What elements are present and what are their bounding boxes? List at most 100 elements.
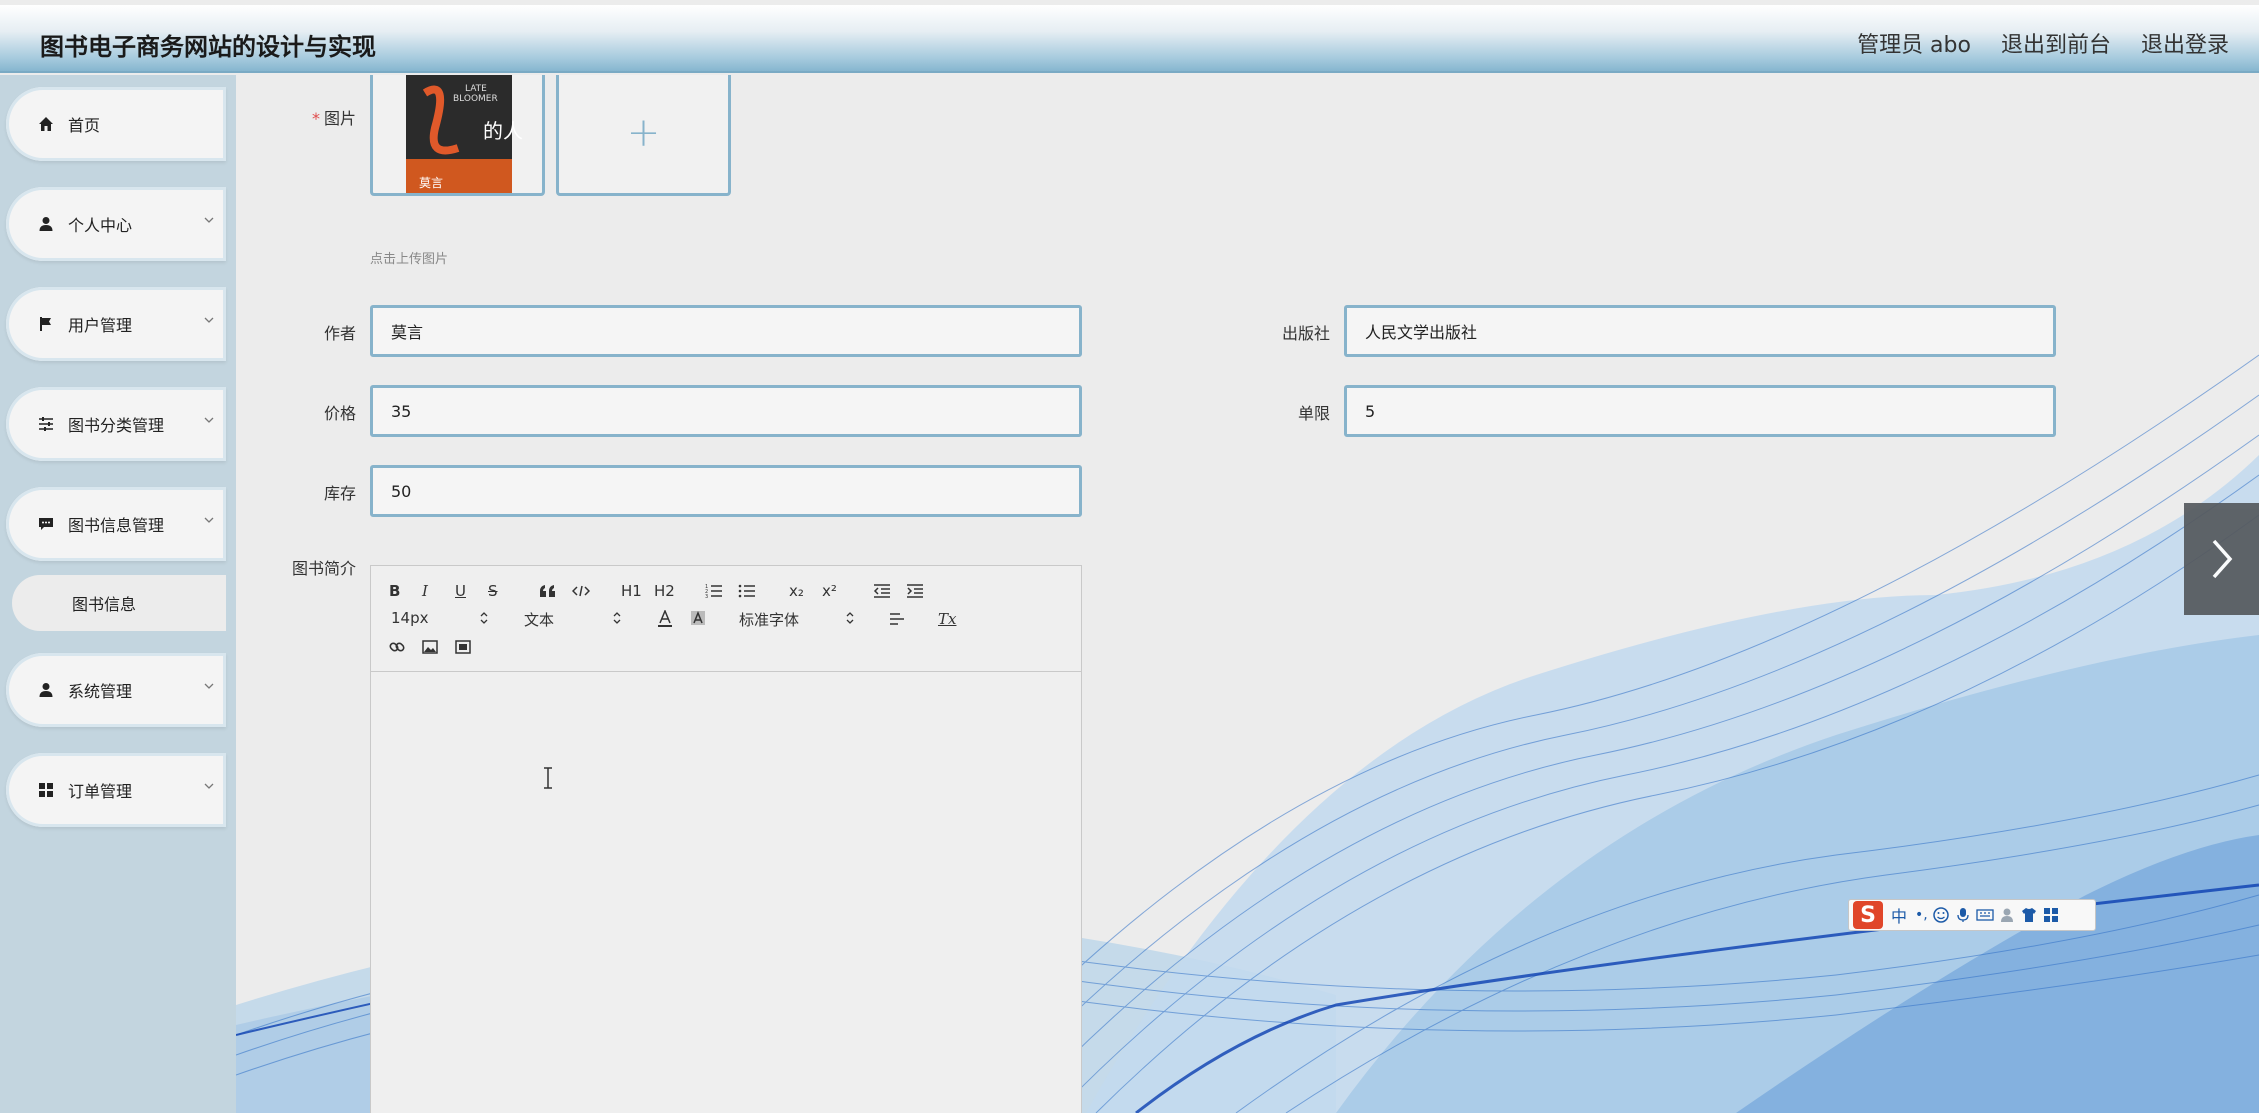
publisher-input[interactable]: 人民文学出版社 [1344, 305, 2056, 357]
sidebar-item-category-management[interactable]: 图书分类管理 [6, 387, 226, 461]
sidebar-item-label: 首页 [68, 116, 101, 135]
cover-text-title: 的人 [483, 119, 523, 143]
select-arrows-icon [480, 612, 488, 624]
microphone-icon[interactable] [1954, 906, 1972, 924]
chevron-down-icon [204, 317, 214, 323]
limit-input[interactable]: 5 [1344, 385, 2056, 437]
background-color-icon[interactable] [690, 608, 706, 630]
sidebar-item-personal-center[interactable]: 个人中心 [6, 187, 226, 261]
text-cursor-icon [544, 767, 552, 789]
sidebar-item-system-management[interactable]: 系统管理 [6, 653, 226, 727]
back-to-front-link[interactable]: 退出到前台 [2001, 27, 2111, 59]
logout-link[interactable]: 退出登录 [2141, 27, 2229, 59]
subscript-button[interactable]: x₂ [789, 580, 804, 602]
h1-button[interactable]: H1 [621, 580, 642, 602]
cover-text-late: LATE [465, 84, 487, 94]
underline-button[interactable]: U [455, 580, 466, 602]
plus-icon: + [626, 110, 661, 156]
image-label: * 图片 [311, 109, 356, 128]
author-input[interactable]: 莫言 [370, 305, 1082, 357]
image-icon[interactable] [422, 636, 438, 658]
chevron-down-icon [204, 517, 214, 523]
sidebar-item-label: 订单管理 [68, 782, 133, 801]
flag-icon [36, 314, 56, 334]
publisher-label: 出版社 [1281, 324, 1330, 343]
stock-input[interactable]: 50 [370, 465, 1082, 517]
upload-hint: 点击上传图片 [370, 252, 449, 267]
font-family-select[interactable]: 标准字体 [739, 609, 799, 630]
chevron-down-icon [204, 417, 214, 423]
chat-icon [36, 514, 56, 534]
sidebar: 首页 个人中心 用户管理 图书分类管理 图书信息管理 图书信息 系统管理 订单管… [0, 75, 236, 1113]
sidebar-subitem-label: 图书信息 [72, 595, 137, 614]
outdent-icon[interactable] [873, 580, 891, 602]
book-cover-thumbnail[interactable]: LATE BLOOMER 的人 莫言 [370, 75, 545, 196]
sidebar-item-label: 系统管理 [68, 682, 133, 701]
superscript-button[interactable]: x² [822, 580, 837, 602]
book-cover-image: LATE BLOOMER 的人 莫言 [406, 75, 523, 193]
top-links: 管理员 abo 退出到前台 退出登录 [1857, 27, 2229, 59]
chevron-down-icon [204, 783, 214, 789]
upload-image-button[interactable]: + [556, 75, 731, 196]
sidebar-item-user-management[interactable]: 用户管理 [6, 287, 226, 361]
sliders-icon [36, 414, 56, 434]
top-bar: 图书电子商务网站的设计与实现 管理员 abo 退出到前台 退出登录 [0, 5, 2259, 73]
limit-label: 单限 [1297, 404, 1330, 423]
ime-punct[interactable]: •, [1915, 907, 1928, 923]
h2-button[interactable]: H2 [654, 580, 675, 602]
clear-format-button[interactable]: Tx [938, 608, 956, 630]
bold-button[interactable]: B [389, 580, 400, 602]
editor-toolbar: B I U S H1 H2 123 x₂ x² 14px 文本 标准字体 Tx [371, 566, 1081, 672]
paragraph-select[interactable]: 文本 [524, 609, 554, 630]
chevron-down-icon [204, 683, 214, 689]
grid-icon [36, 780, 56, 800]
blockquote-icon[interactable] [539, 580, 557, 602]
admin-user-label: 管理员 abo [1857, 33, 1971, 58]
keyboard-icon[interactable] [1976, 906, 1994, 924]
required-mark: * [311, 109, 320, 128]
author-label: 作者 [323, 324, 356, 343]
toolbox-grid-icon[interactable] [2042, 906, 2060, 924]
screen: 图书电子商务网站的设计与实现 管理员 abo 退出到前台 退出登录 首页 个人中… [0, 0, 2259, 1113]
avatar-icon[interactable] [1998, 906, 2016, 924]
sidebar-item-label: 个人中心 [68, 216, 133, 235]
ordered-list-icon[interactable]: 123 [705, 580, 723, 602]
intro-label: 图书简介 [291, 559, 356, 578]
chevron-down-icon [204, 217, 214, 223]
cover-text-bloomer: BLOOMER [453, 94, 498, 104]
skin-shirt-icon[interactable] [2020, 906, 2038, 924]
select-arrows-icon [846, 612, 854, 624]
italic-button[interactable]: I [422, 580, 428, 602]
sidebar-item-home[interactable]: 首页 [6, 87, 226, 161]
link-icon[interactable] [389, 636, 405, 658]
price-input[interactable]: 35 [370, 385, 1082, 437]
user-icon [36, 214, 56, 234]
bullet-list-icon[interactable] [738, 580, 756, 602]
sidebar-item-label: 用户管理 [68, 316, 133, 335]
video-icon[interactable] [455, 636, 471, 658]
sidebar-subitem-book-info[interactable]: 图书信息 [12, 575, 226, 631]
font-color-icon[interactable] [657, 608, 673, 630]
ime-logo-icon: S [1853, 901, 1883, 929]
stock-label: 库存 [323, 484, 356, 503]
ime-toolbar[interactable]: S 中 •, [1848, 899, 2096, 931]
strike-button[interactable]: S [488, 580, 498, 602]
indent-icon[interactable] [906, 580, 924, 602]
ime-mode[interactable]: 中 [1891, 903, 1907, 927]
home-icon [36, 114, 56, 134]
sidebar-item-order-management[interactable]: 订单管理 [6, 753, 226, 827]
sidebar-item-label: 图书分类管理 [68, 416, 165, 435]
main-content: * 图片 LATE BLOOMER 的人 莫言 + 点击上传图片 作者 莫言 出版… [236, 75, 2259, 1113]
app-title: 图书电子商务网站的设计与实现 [40, 33, 376, 61]
smile-icon[interactable] [1932, 906, 1950, 924]
next-arrow-button[interactable] [2184, 503, 2259, 615]
font-size-select[interactable]: 14px [391, 609, 429, 627]
align-icon[interactable] [889, 608, 905, 630]
price-label: 价格 [323, 404, 356, 423]
code-icon[interactable] [572, 580, 590, 602]
select-arrows-icon [613, 612, 621, 624]
svg-text:3: 3 [705, 594, 708, 599]
sidebar-item-book-info-management[interactable]: 图书信息管理 [6, 487, 226, 561]
editor-content-area[interactable] [371, 673, 1081, 1113]
user-icon [36, 680, 56, 700]
